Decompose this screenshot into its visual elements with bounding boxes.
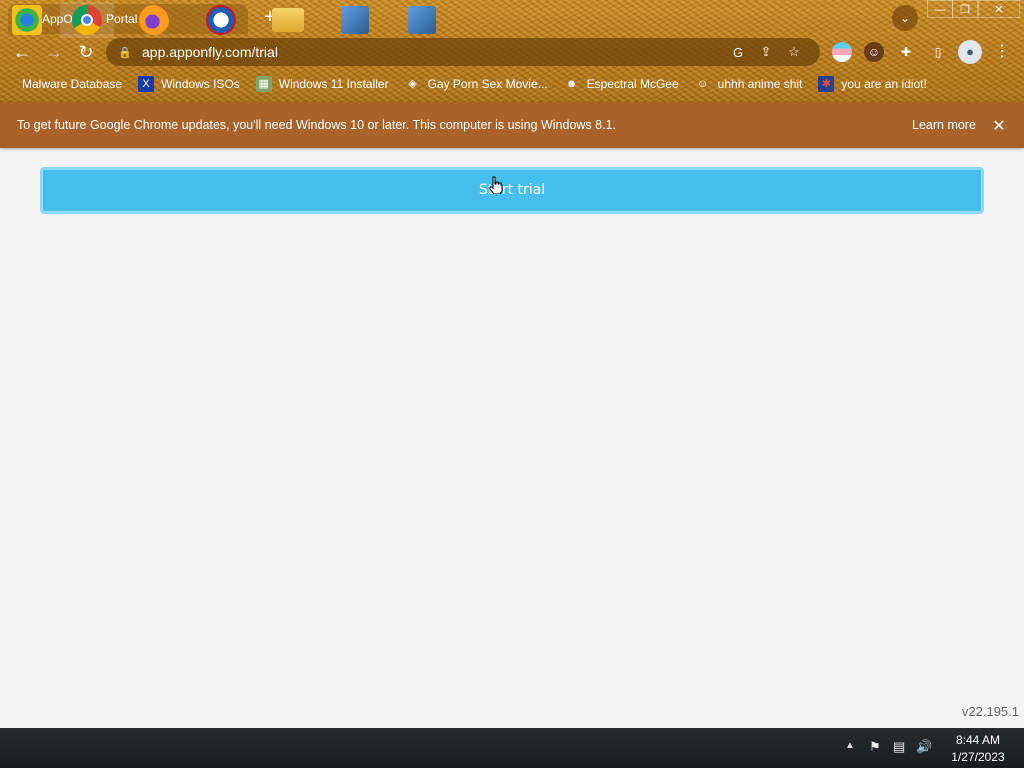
share-icon[interactable]: ⇪	[752, 44, 780, 60]
bookmark-label: Windows ISOs	[161, 77, 240, 91]
windows-isos-icon: X	[138, 76, 155, 92]
folder-icon	[272, 8, 304, 32]
taskbar-file-explorer[interactable]	[261, 2, 315, 38]
bookmark-anime[interactable]: ☺ uhhh anime shit	[695, 76, 803, 92]
malware-icon	[18, 76, 20, 92]
bookmark-label: Windows 11 Installer	[278, 77, 389, 91]
bookmark-label: Malware Database	[22, 77, 123, 91]
back-button[interactable]: ←	[10, 40, 34, 64]
update-infobar: To get future Google Chrome updates, you…	[0, 102, 1024, 148]
windows-media-center-icon	[12, 5, 42, 35]
firefox-icon	[139, 5, 169, 35]
pride-flag-extension-icon[interactable]	[832, 42, 852, 62]
network-icon[interactable]: ▤	[893, 739, 905, 755]
bookmarks-bar: Malware Database X Windows ISOs ▦ Window…	[0, 73, 1024, 95]
clock-date[interactable]: 1/27/2023	[940, 750, 1016, 764]
bookmark-label: Gay Porn Sex Movie...	[427, 77, 548, 91]
action-center-flag-icon[interactable]: ⚑	[869, 739, 881, 755]
infobar-close-icon[interactable]: ✕	[990, 116, 1008, 136]
url-text[interactable]: app.apponfly.com/trial	[142, 44, 724, 60]
taskbar-media-center[interactable]	[0, 2, 54, 38]
side-panel-icon[interactable]: ▯	[928, 42, 948, 62]
taskbar-firefox[interactable]	[127, 2, 181, 38]
bookmark-windows-isos[interactable]: X Windows ISOs	[138, 76, 240, 92]
bookmark-windows-11-installer[interactable]: ▦ Windows 11 Installer	[255, 76, 389, 92]
minimize-button[interactable]: —	[927, 0, 953, 18]
lock-icon[interactable]: 🔒	[118, 46, 132, 59]
installer-icon	[341, 6, 369, 34]
movie-site-icon: ◈	[408, 78, 417, 90]
taskbar-opera[interactable]	[194, 2, 248, 38]
chrome-menu-icon[interactable]: ⋮	[992, 40, 1012, 64]
chrome-icon	[72, 5, 102, 35]
anime-face-icon: ☺	[697, 78, 709, 90]
bookmark-movie[interactable]: ◈ Gay Porn Sex Movie...	[405, 76, 548, 92]
clock-time[interactable]: 8:44 AM	[940, 733, 1016, 747]
taskbar-chrome[interactable]	[60, 2, 114, 38]
extensions-puzzle-icon[interactable]: ✚	[896, 42, 916, 62]
installer-image-icon: ▦	[255, 76, 272, 92]
learn-more-link[interactable]: Learn more	[912, 118, 976, 132]
close-window-button[interactable]: ✕	[978, 0, 1020, 18]
bookmark-you-are-an-idiot[interactable]: ✱ you are an idiot!	[818, 76, 927, 92]
profile-avatar-icon[interactable]: ●	[958, 40, 982, 64]
taskbar-installer-2[interactable]	[395, 2, 449, 38]
forward-button[interactable]: →	[42, 40, 66, 64]
bookmark-label: Espectral McGee	[586, 77, 679, 91]
google-icon[interactable]: G	[724, 45, 752, 60]
address-bar[interactable]: 🔒 app.apponfly.com/trial G ⇪ ☆	[106, 38, 820, 66]
restore-button[interactable]: ❐	[952, 0, 978, 18]
tray-chevron-icon[interactable]: ▲	[845, 740, 855, 751]
uk-flag-icon: ✱	[818, 76, 835, 92]
bookmark-label: uhhh anime shit	[717, 77, 803, 91]
opera-logo-icon	[206, 5, 236, 35]
installer-icon	[408, 6, 436, 34]
start-trial-button[interactable]: Start trial	[40, 167, 984, 214]
avatar-extension-icon[interactable]: ☺	[864, 42, 884, 62]
bookmark-malware-database[interactable]: Malware Database	[18, 76, 122, 92]
bookmark-star-icon[interactable]: ☆	[780, 44, 808, 60]
volume-icon[interactable]: 🔊	[916, 739, 932, 755]
infobar-message: To get future Google Chrome updates, you…	[17, 118, 616, 132]
taskbar-installer-1[interactable]	[328, 2, 382, 38]
tab-search-icon[interactable]: ⌄	[892, 5, 918, 31]
espectral-avatar-icon: ☻	[565, 78, 578, 90]
bookmark-espectral-mcgee[interactable]: ☻ Espectral McGee	[564, 76, 679, 92]
reload-button[interactable]: ↻	[74, 40, 98, 64]
hand-cursor-icon	[489, 176, 503, 195]
bookmark-label: you are an idiot!	[841, 77, 927, 91]
version-label: v22.195.1	[961, 704, 1019, 719]
